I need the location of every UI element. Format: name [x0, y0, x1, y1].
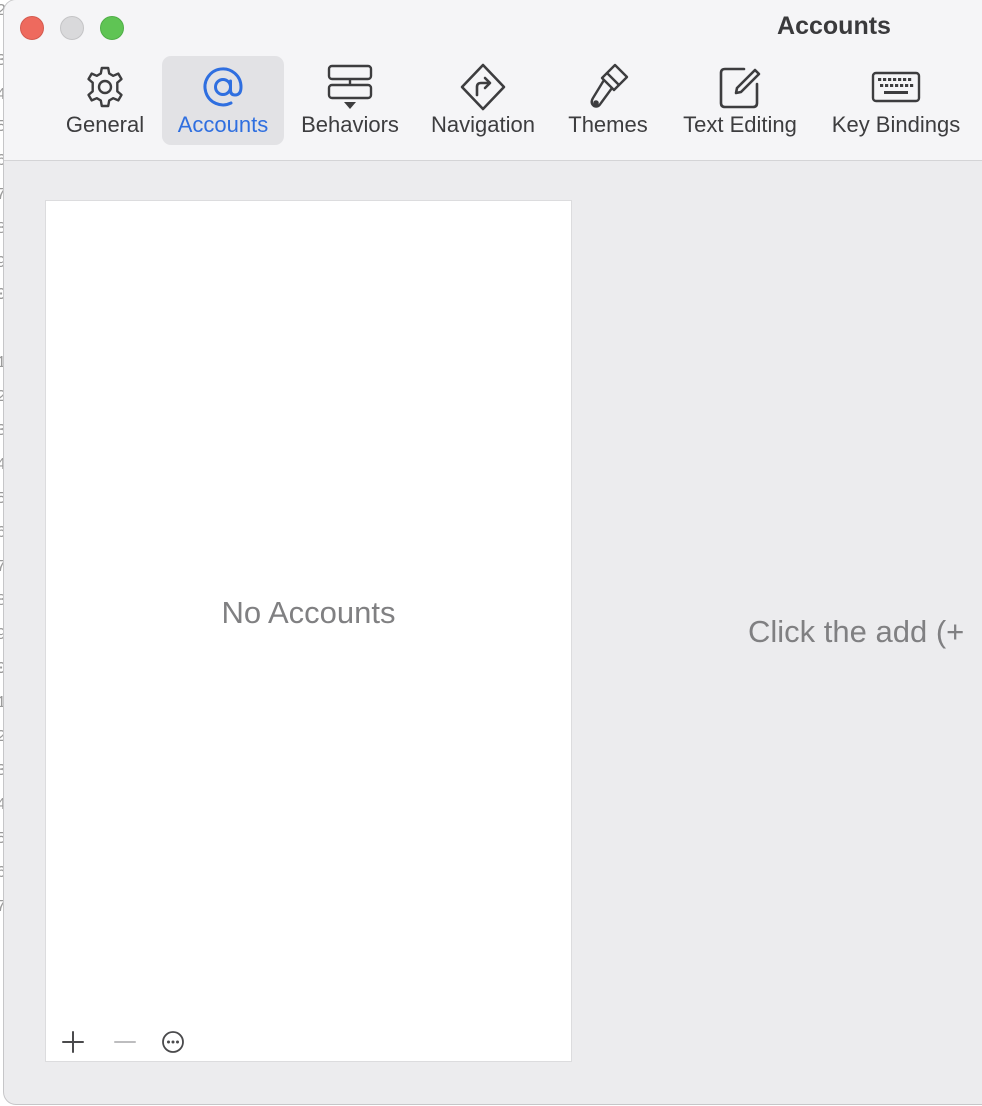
- tab-key-bindings[interactable]: Key Bindings: [822, 56, 970, 145]
- square-pencil-icon: [714, 62, 766, 112]
- at-sign-icon: [197, 62, 249, 112]
- keyboard-icon: [870, 62, 922, 112]
- tab-label: Text Editing: [683, 112, 797, 137]
- navigation-sign-icon: [457, 62, 509, 112]
- paintbrush-icon: [582, 62, 634, 112]
- more-options-button[interactable]: [158, 1027, 188, 1057]
- tab-label: Key Bindings: [831, 112, 961, 137]
- minus-icon: [113, 1030, 137, 1054]
- tab-accounts[interactable]: Accounts: [162, 56, 284, 145]
- plus-icon: [61, 1030, 85, 1054]
- tab-navigation[interactable]: Navigation: [420, 56, 546, 145]
- close-window-button[interactable]: [20, 16, 44, 40]
- empty-accounts-message: No Accounts: [221, 595, 396, 630]
- tab-label: Behaviors: [301, 112, 399, 137]
- ellipsis-circle-icon: [161, 1030, 185, 1054]
- tab-themes[interactable]: Themes: [558, 56, 658, 145]
- tab-label: General: [65, 112, 145, 137]
- gear-icon: [79, 62, 131, 112]
- add-account-button[interactable]: [58, 1027, 88, 1057]
- remove-account-button[interactable]: [110, 1027, 140, 1057]
- detail-placeholder-text: Click the add (+: [748, 614, 965, 649]
- settings-window: Accounts General Accounts Behaviors Navi…: [4, 0, 982, 1104]
- window-title: Accounts: [777, 12, 891, 40]
- tab-behaviors[interactable]: Behaviors: [292, 56, 408, 145]
- tab-general[interactable]: General: [42, 56, 168, 145]
- accounts-list[interactable]: No Accounts: [45, 200, 572, 1062]
- tab-text-editing[interactable]: Text Editing: [670, 56, 810, 145]
- settings-toolbar: Accounts General Accounts Behaviors Navi…: [4, 0, 982, 161]
- tab-label: Accounts: [177, 112, 269, 137]
- tab-label: Themes: [568, 112, 648, 137]
- minimize-window-button[interactable]: [60, 16, 84, 40]
- zoom-window-button[interactable]: [100, 16, 124, 40]
- tab-label: Navigation: [431, 112, 535, 137]
- behaviors-icon: [324, 62, 376, 112]
